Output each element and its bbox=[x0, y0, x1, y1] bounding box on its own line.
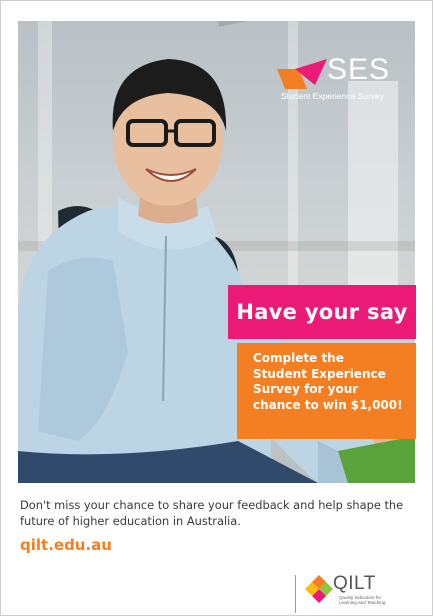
cta-headline: Have your say bbox=[228, 285, 416, 339]
qilt-diamond-icon bbox=[305, 575, 333, 603]
logo-divider bbox=[295, 575, 296, 613]
ses-wordmark: SES bbox=[327, 53, 391, 86]
qilt-wordmark: QILT bbox=[333, 573, 376, 594]
cta-body-line: Survey for your bbox=[253, 382, 359, 396]
qilt-website-link[interactable]: qilt.edu.au bbox=[20, 536, 112, 554]
ses-logo: SES Student Experience Survey bbox=[277, 51, 397, 106]
description-text: Don't miss your chance to share your fee… bbox=[20, 497, 420, 529]
ses-subtitle: Student Experience Survey bbox=[281, 91, 385, 101]
cta-body-line: Complete the bbox=[253, 351, 344, 365]
qilt-subtitle-line: Learning and Teaching bbox=[339, 600, 386, 606]
cta-body-line: chance to win $1,000! bbox=[253, 397, 403, 412]
cta-body-line: Student Experience bbox=[253, 366, 386, 381]
qilt-subtitle: Quality Indicators for Learning and Teac… bbox=[339, 595, 419, 605]
qilt-logo: QILT Quality Indicators for Learning and… bbox=[305, 573, 425, 615]
ses-chevron-icon bbox=[277, 59, 327, 89]
description-line: future of higher education in Australia. bbox=[20, 514, 241, 528]
cta-body: Complete the Student Experience Survey f… bbox=[237, 343, 416, 439]
description-line: Don't miss your chance to share your fee… bbox=[20, 498, 404, 512]
